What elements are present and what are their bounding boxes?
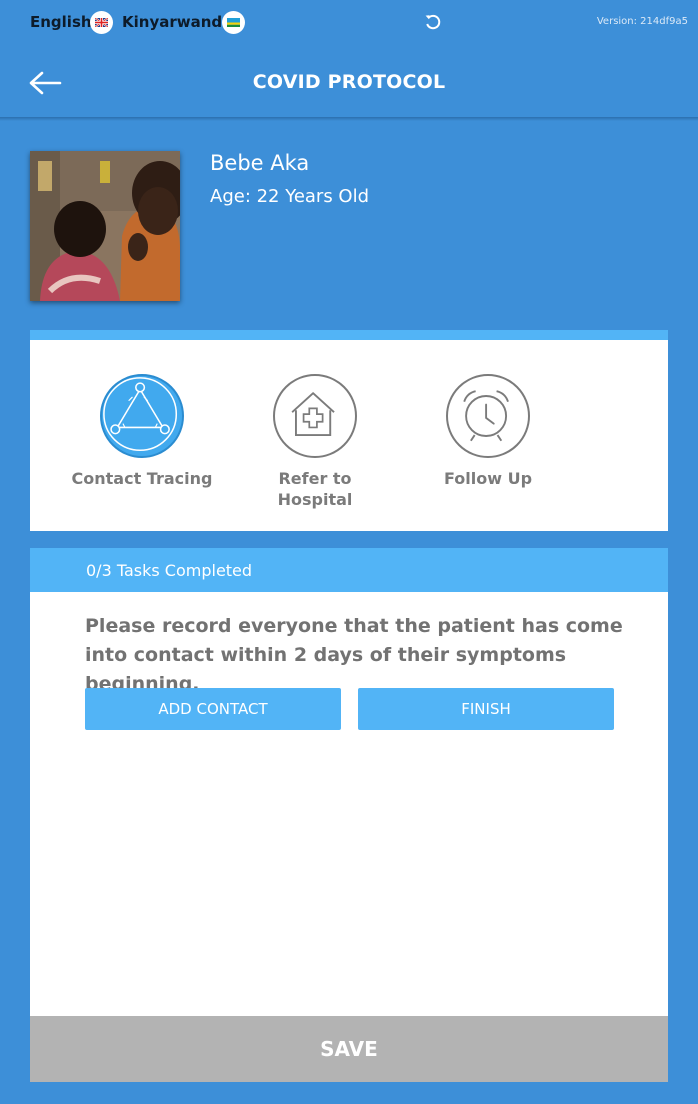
patient-age: Age: 22 Years Old — [210, 186, 370, 207]
uk-flag-icon[interactable] — [90, 11, 113, 34]
card-top-strip — [30, 330, 668, 340]
add-contact-button[interactable]: ADD CONTACT — [85, 688, 341, 730]
alarm-clock-icon[interactable] — [446, 374, 530, 458]
app-header: COVID PROTOCOL — [0, 46, 698, 118]
step-refer-to-hospital[interactable]: Refer to Hospital — [240, 374, 390, 510]
step-label: Contact Tracing — [71, 469, 213, 488]
rwanda-flag-icon[interactable] — [222, 11, 245, 34]
tasks-progress: 0/3 Tasks Completed — [86, 561, 253, 580]
status-bar: English Kinyarwanda Version: 214df9a5 — [0, 0, 698, 46]
version-label: Version: 214df9a5 — [596, 16, 688, 27]
page-title: COVID PROTOCOL — [252, 71, 446, 93]
task-instruction: Please record everyone that the patient … — [85, 615, 623, 695]
tasks-header: 0/3 Tasks Completed — [30, 548, 668, 592]
protocol-steps-card: Contact Tracing Refer to Hospital Follow… — [30, 330, 668, 531]
hospital-icon[interactable] — [273, 374, 357, 458]
step-follow-up[interactable]: Follow Up — [413, 374, 563, 489]
patient-name: Bebe Aka — [210, 151, 310, 175]
triangle-network-icon[interactable] — [100, 374, 184, 458]
header-shadow — [0, 117, 698, 121]
language-kinyarwanda[interactable]: Kinyarwanda — [122, 13, 232, 31]
refresh-icon[interactable] — [423, 12, 443, 32]
patient-photo — [30, 151, 180, 301]
tasks-card: 0/3 Tasks Completed Please record everyo… — [30, 548, 668, 1016]
language-english[interactable]: English — [30, 13, 92, 31]
save-button[interactable]: SAVE — [30, 1016, 668, 1082]
finish-button[interactable]: FINISH — [358, 688, 614, 730]
step-label: Follow Up — [443, 469, 533, 488]
step-contact-tracing[interactable]: Contact Tracing — [67, 374, 217, 489]
step-label: Refer to Hospital — [277, 469, 353, 509]
